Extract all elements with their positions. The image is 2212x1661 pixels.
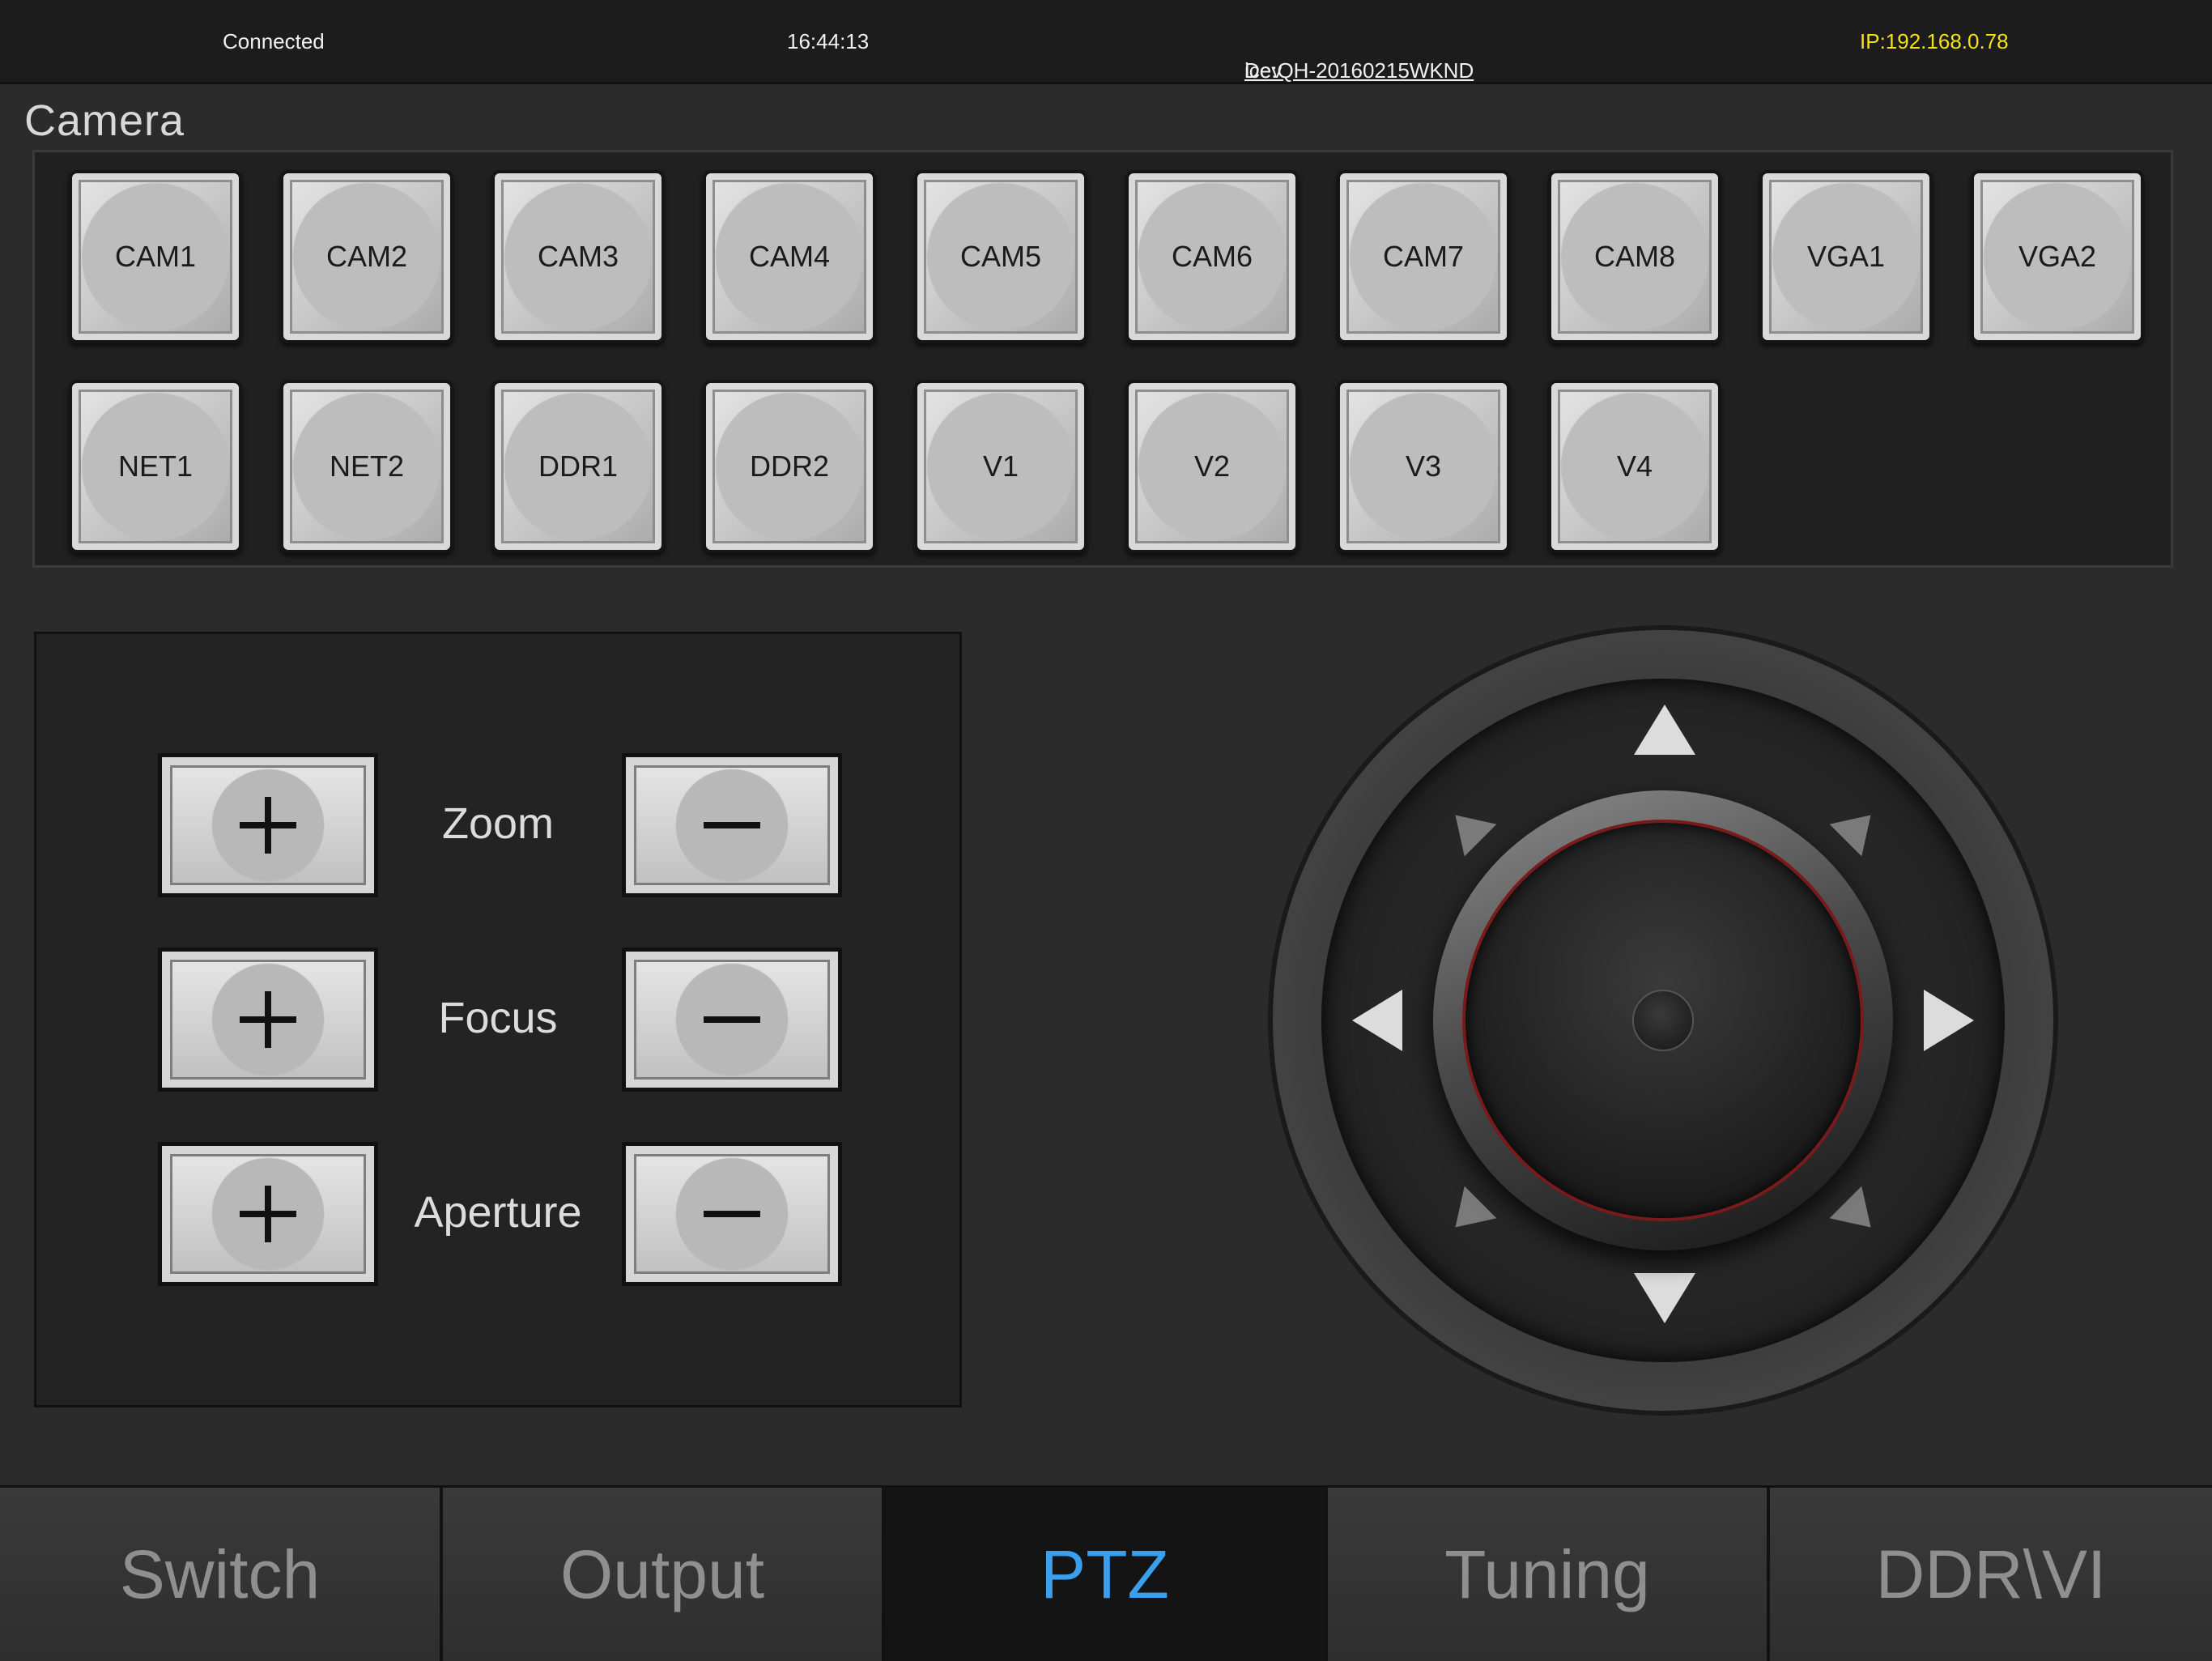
cam-button-v1[interactable]: V1 [914, 380, 1087, 553]
camera-section-title: Camera [24, 96, 185, 145]
aperture-close-button[interactable] [622, 1142, 842, 1286]
ip-address: IP:192.168.0.78 [1860, 29, 2009, 53]
cam-button-ddr2[interactable]: DDR2 [703, 380, 876, 553]
tab-ptz[interactable]: PTZ [885, 1488, 1328, 1661]
cam-button-cam6[interactable]: CAM6 [1125, 170, 1299, 343]
plus-icon [240, 1186, 296, 1242]
cam-button-cam8[interactable]: CAM8 [1548, 170, 1721, 343]
focus-label: Focus [438, 994, 558, 1042]
cam-button-v4[interactable]: V4 [1548, 380, 1721, 553]
minus-icon [704, 797, 760, 854]
zoom-out-button[interactable] [622, 753, 842, 897]
tab-tuning[interactable]: Tuning [1328, 1488, 1770, 1661]
minus-icon [704, 1186, 760, 1242]
ptz-joystick[interactable] [1273, 630, 2053, 1411]
arrow-up-icon[interactable] [1634, 705, 1695, 755]
device-id: ice:QH-20160215WKND [1244, 58, 1474, 83]
cam-button-cam3[interactable]: CAM3 [491, 170, 665, 343]
cam-button-vga2[interactable]: VGA2 [1971, 170, 2144, 343]
minus-icon [704, 991, 760, 1048]
connection-status: Connected [223, 29, 325, 53]
tab-output[interactable]: Output [443, 1488, 885, 1661]
zoom-label: Zoom [441, 799, 555, 848]
arrow-left-icon[interactable] [1352, 990, 1402, 1051]
cam-button-cam7[interactable]: CAM7 [1337, 170, 1510, 343]
focus-in-button[interactable] [158, 948, 378, 1092]
tab-switch[interactable]: Switch [0, 1488, 443, 1661]
aperture-label: Aperture [414, 1188, 582, 1237]
cam-button-v2[interactable]: V2 [1125, 380, 1299, 553]
cam-button-v3[interactable]: V3 [1337, 380, 1510, 553]
cam-button-cam5[interactable]: CAM5 [914, 170, 1087, 343]
cam-button-cam2[interactable]: CAM2 [280, 170, 453, 343]
aperture-open-button[interactable] [158, 1142, 378, 1286]
cam-button-cam1[interactable]: CAM1 [69, 170, 242, 343]
tab-ddr-vi[interactable]: DDR\VI [1770, 1488, 2212, 1661]
arrow-down-icon[interactable] [1634, 1273, 1695, 1323]
plus-icon [240, 991, 296, 1048]
cam-button-ddr1[interactable]: DDR1 [491, 380, 665, 553]
plus-icon [240, 797, 296, 854]
cam-button-net2[interactable]: NET2 [280, 380, 453, 553]
focus-out-button[interactable] [622, 948, 842, 1092]
lens-control-panel: Zoom Focus Aperture [34, 632, 962, 1408]
status-bar: Connected 16:44:13 Dev ice:QH-20160215WKN… [0, 0, 2212, 84]
cam-button-net1[interactable]: NET1 [69, 380, 242, 553]
camera-panel: CAM1 CAM2 CAM3 CAM4 CAM5 CAM6 CAM7 CAM8 … [32, 150, 2173, 568]
cam-button-cam4[interactable]: CAM4 [703, 170, 876, 343]
arrow-right-icon[interactable] [1924, 990, 1974, 1051]
clock: 16:44:13 [787, 29, 870, 53]
cam-button-vga1[interactable]: VGA1 [1759, 170, 1933, 343]
bottom-tab-bar: Switch Output PTZ Tuning DDR\VI [0, 1485, 2212, 1661]
zoom-in-button[interactable] [158, 753, 378, 897]
joystick-center-cap [1632, 990, 1694, 1051]
